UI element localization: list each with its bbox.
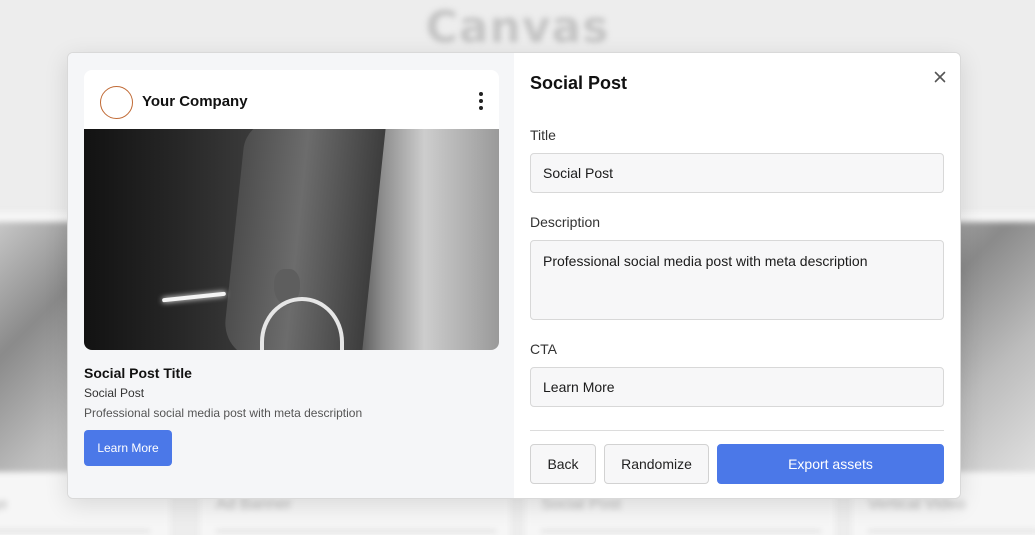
social-post-preview-card: Your Company xyxy=(84,70,499,350)
background-title: Canvas xyxy=(425,2,610,53)
panel-title: Social Post xyxy=(530,73,628,93)
title-label: Title xyxy=(530,127,556,143)
post-description: Professional social media post with meta… xyxy=(84,406,363,420)
preview-panel: Your Company Social Post Title Social Po… xyxy=(68,53,514,498)
post-header: Your Company xyxy=(84,70,499,129)
description-textarea[interactable]: Professional social media post with meta… xyxy=(530,240,944,320)
edit-panel: Social Post Title Description Profession… xyxy=(514,53,960,498)
social-post-modal: Your Company Social Post Title Social Po… xyxy=(67,52,961,499)
post-subtitle: Social Post xyxy=(84,386,145,400)
description-label: Description xyxy=(530,214,601,230)
export-assets-button[interactable]: Export assets xyxy=(717,444,944,484)
divider xyxy=(530,430,944,431)
company-name: Your Company xyxy=(142,93,248,110)
kebab-menu-icon[interactable] xyxy=(477,92,485,112)
post-image xyxy=(84,129,499,350)
cta-input[interactable] xyxy=(530,367,944,407)
cta-label: CTA xyxy=(530,341,557,357)
cta-preview-button[interactable]: Learn More xyxy=(84,430,172,466)
post-title: Social Post Title xyxy=(84,365,192,381)
randomize-button[interactable]: Randomize xyxy=(604,444,709,484)
background-card-label: ge xyxy=(0,496,8,513)
close-icon[interactable] xyxy=(932,69,948,85)
title-input[interactable] xyxy=(530,153,944,193)
back-button[interactable]: Back xyxy=(530,444,596,484)
company-avatar xyxy=(100,86,133,119)
